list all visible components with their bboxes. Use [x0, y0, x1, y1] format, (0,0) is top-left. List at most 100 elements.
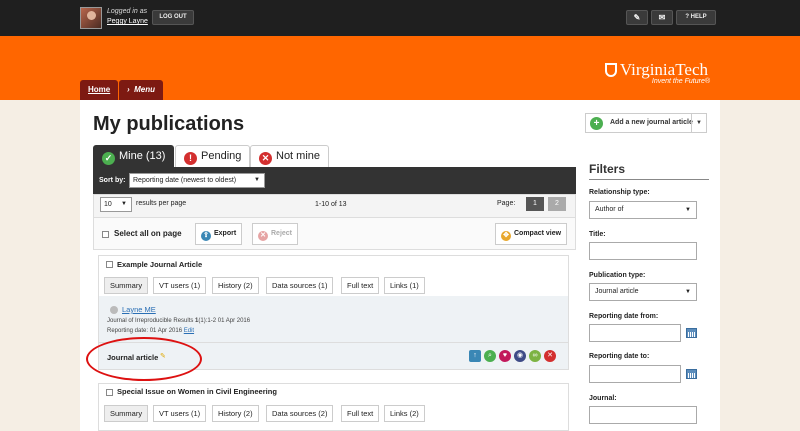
pencil-icon: ✎ — [633, 13, 641, 22]
chevron-right-icon: › — [127, 85, 130, 94]
heart-icon[interactable]: ♥ — [499, 350, 511, 362]
journal-issue-date: (1):1-2 01 Apr 2016 — [198, 318, 251, 324]
page-label: Page: — [497, 200, 516, 207]
reject-button[interactable]: ✕ Reject — [252, 223, 299, 245]
logo-text: VirginiaTech — [619, 60, 708, 79]
title-filter-label: Title: — [589, 231, 606, 238]
publication-checkbox[interactable] — [106, 261, 113, 268]
user-icon — [110, 306, 118, 314]
date-to-input[interactable] — [589, 365, 681, 383]
author-link[interactable]: Layne ME — [122, 305, 156, 314]
annotation-circle — [86, 337, 202, 381]
breadcrumb-menu[interactable]: › Menu — [119, 80, 164, 100]
help-label: HELP — [690, 14, 707, 20]
add-button-label: Add a new journal article — [610, 119, 693, 126]
subtab-links[interactable]: Links (1) — [384, 277, 425, 294]
select-all-checkbox[interactable] — [102, 231, 109, 238]
subtab-history[interactable]: History (2) — [212, 277, 259, 294]
sort-select[interactable]: Reporting date (newest to oldest) ▼ — [129, 173, 265, 188]
page-button-1[interactable]: 1 — [526, 197, 544, 211]
journal-filter-input[interactable] — [589, 406, 697, 424]
per-page-select[interactable]: 10 ▼ — [100, 197, 132, 212]
x-icon: ✕ — [258, 231, 268, 241]
compact-view-button[interactable]: ✥ Compact view — [495, 223, 568, 245]
publication-title: Example Journal Article — [117, 260, 203, 269]
vt-logo[interactable]: VirginiaTech — [604, 60, 708, 80]
relationship-type-select[interactable]: Author of ▼ — [589, 201, 697, 219]
tab-label: Not mine — [276, 150, 321, 162]
select-all-label[interactable]: Select all on page — [114, 229, 182, 238]
calendar-icon[interactable] — [686, 369, 697, 379]
tab-label: Mine (13) — [119, 150, 166, 162]
journal-filter-label: Journal: — [589, 395, 617, 402]
calendar-icon[interactable] — [686, 328, 697, 338]
compact-view-label: Compact view — [514, 230, 562, 237]
breadcrumb-menu-label: Menu — [134, 85, 156, 94]
reject-label: Reject — [271, 230, 293, 237]
chevron-down-icon: ▼ — [685, 207, 691, 213]
help-button[interactable]: ? HELP — [676, 10, 716, 25]
subtab-vt-users[interactable]: VT users (1) — [153, 405, 207, 422]
subtab-data-sources[interactable]: Data sources (2) — [266, 405, 334, 422]
tab-pending[interactable]: ! Pending — [175, 145, 251, 167]
subtab-history[interactable]: History (2) — [212, 405, 259, 422]
sort-value: Reporting date (newest to oldest) — [133, 177, 237, 184]
subtab-summary[interactable]: Summary — [104, 405, 149, 422]
x-icon: ✕ — [259, 152, 272, 165]
publication-type-value: Journal article — [595, 288, 639, 295]
date-from-label: Reporting date from: — [589, 313, 659, 320]
upload-icon[interactable]: ↑ — [469, 350, 481, 362]
user-name-link[interactable]: Peggy Layne — [107, 17, 148, 27]
export-button[interactable]: ⇪ Export — [195, 223, 243, 245]
question-icon: ? — [685, 14, 689, 20]
relationship-type-value: Author of — [595, 206, 624, 213]
plus-icon: + — [590, 117, 603, 130]
breadcrumb-home[interactable]: Home — [80, 80, 119, 100]
chevron-down-icon: ▼ — [254, 177, 260, 183]
result-count: 1-10 of 13 — [315, 201, 347, 208]
subtab-data-sources[interactable]: Data sources (1) — [266, 277, 334, 294]
per-page-value: 10 — [104, 201, 112, 208]
logged-in-label: Logged in as — [107, 8, 148, 15]
subtab-links[interactable]: Links (2) — [384, 405, 425, 422]
subtab-full-text[interactable]: Full text — [341, 277, 380, 294]
date-from-input[interactable] — [589, 324, 681, 342]
page-button-2[interactable]: 2 — [548, 197, 566, 211]
subtab-full-text[interactable]: Full text — [341, 405, 380, 422]
export-icon: ⇪ — [201, 231, 211, 241]
logout-button[interactable]: LOG OUT — [152, 10, 194, 25]
filters-title: Filters — [589, 162, 709, 180]
publication-title: Special Issue on Women in Civil Engineer… — [117, 387, 277, 396]
journal-citation: Journal of Irreproducible Results 1(1):1… — [107, 318, 250, 324]
login-info: Logged in as Peggy Layne — [107, 7, 148, 27]
eye-icon[interactable]: ◉ — [514, 350, 526, 362]
shield-icon — [604, 63, 617, 77]
tab-not-mine[interactable]: ✕ Not mine — [250, 145, 330, 167]
edit-date-link[interactable]: Edit — [184, 328, 194, 334]
title-filter-input[interactable] — [589, 242, 697, 260]
chevron-down-icon: ▼ — [121, 201, 127, 207]
check-icon: ✓ — [102, 152, 115, 165]
envelope-icon: ✉ — [658, 13, 666, 22]
date-to-label: Reporting date to: — [589, 353, 650, 360]
sort-label: Sort by: — [99, 177, 126, 184]
compact-icon: ✥ — [501, 231, 511, 241]
add-journal-article-button[interactable]: + Add a new journal article ▼ — [585, 113, 707, 133]
relationship-type-label: Relationship type: — [589, 189, 650, 196]
search-icon[interactable]: ⌕ — [484, 350, 496, 362]
close-icon[interactable]: ✕ — [544, 350, 556, 362]
page-title: My publications — [93, 113, 245, 135]
mail-button[interactable]: ✉ — [651, 10, 673, 25]
tab-mine[interactable]: ✓ Mine (13) — [93, 145, 175, 167]
per-page-label: results per page — [136, 200, 187, 207]
publication-checkbox[interactable] — [106, 389, 113, 396]
link-icon[interactable]: ∞ — [529, 350, 541, 362]
subtab-summary[interactable]: Summary — [104, 277, 149, 294]
publication-type-select[interactable]: Journal article ▼ — [589, 283, 697, 301]
subtab-vt-users[interactable]: VT users (1) — [153, 277, 207, 294]
publication-type-label: Publication type: — [589, 272, 646, 279]
tab-label: Pending — [201, 150, 242, 162]
chevron-down-icon[interactable]: ▼ — [691, 114, 706, 132]
edit-profile-button[interactable]: ✎ — [626, 10, 648, 25]
journal-name: Journal of Irreproducible Results — [107, 318, 196, 324]
